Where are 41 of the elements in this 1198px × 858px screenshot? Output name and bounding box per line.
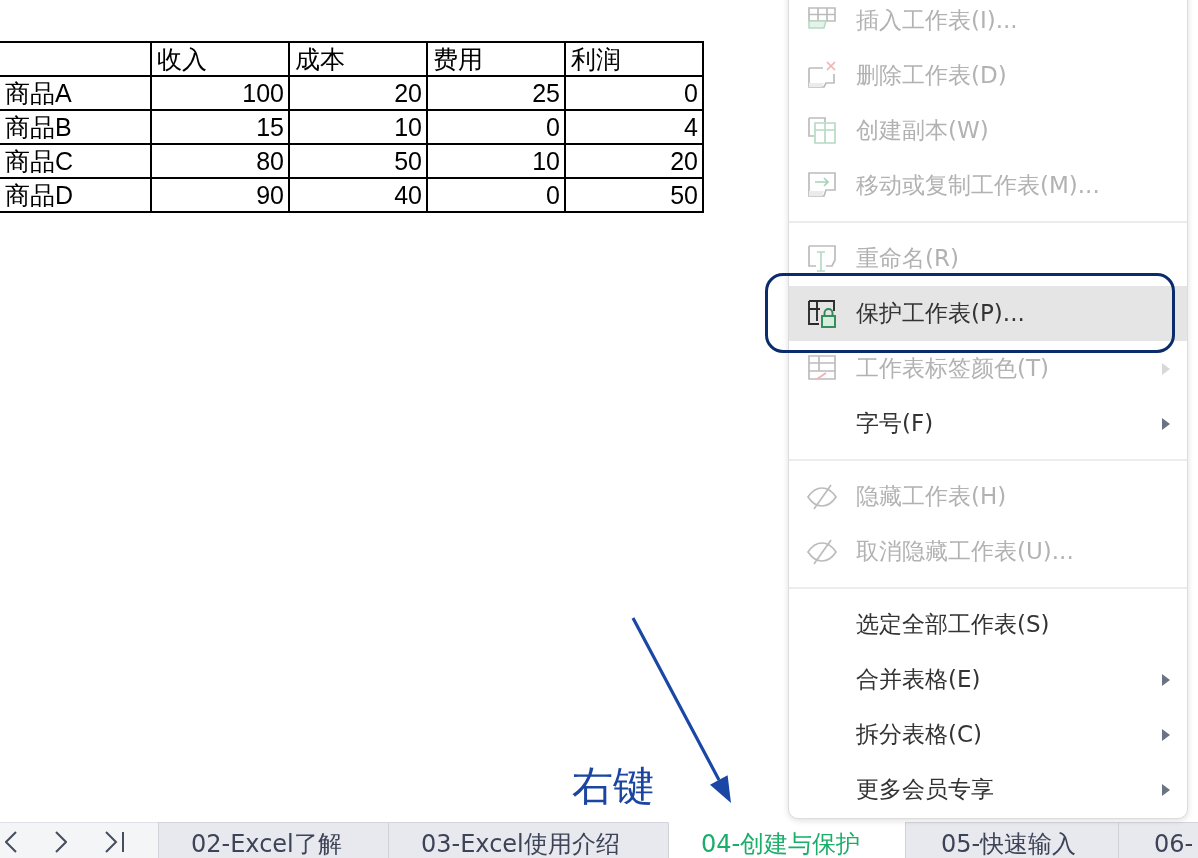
menu-item[interactable]: 保护工作表(P)... [789,286,1187,341]
table-cell: 50 [565,178,703,212]
table-cell: 40 [289,178,427,212]
menu-item[interactable]: 选定全部工作表(S) [789,597,1187,652]
table-cell: 90 [151,178,289,212]
table-cell: 20 [289,76,427,110]
stacked-sheets-icon [806,114,838,147]
table-cell: 0 [427,110,565,144]
chevron-left-icon[interactable] [5,831,17,853]
menu-item[interactable]: 字号(F) [789,396,1187,451]
table-cell: 25 [427,76,565,110]
column-header: 成本 [289,42,427,76]
table-cell: 10 [427,144,565,178]
table-cell: 50 [289,144,427,178]
table-cell: 0 [565,76,703,110]
table-cell: 10 [289,110,427,144]
sheet-tab[interactable]: 03-Excel使用介绍 [388,822,668,858]
table-cell: 80 [151,144,289,178]
chevron-right-icon[interactable] [55,831,67,853]
row-header: 商品B [0,110,151,144]
sheet-tab[interactable]: 06- [1118,822,1198,858]
table-cell: 20 [565,144,703,178]
table-cell: 100 [151,76,289,110]
row-header: 商品A [0,76,151,110]
menu-item[interactable]: 合并表格(E) [789,652,1187,707]
row-header: 商品C [0,144,151,178]
table-cell: 0 [427,178,565,212]
annotation-label: 右键 [572,762,654,810]
sheet-tab[interactable]: 05-快速输入 [905,822,1118,858]
sheet-cursor-icon [806,242,838,275]
column-header: 费用 [427,42,565,76]
chevron-end-icon[interactable] [105,831,125,853]
sheet-tab[interactable]: 02-Excel了解 [158,822,388,858]
menu-item[interactable]: 拆分表格(C) [789,707,1187,762]
table-cell: 15 [151,110,289,144]
sheet-lock-icon [806,297,838,330]
menu-item[interactable]: 更多会员专享 [789,762,1187,817]
column-header: 收入 [151,42,289,76]
table-cell: 4 [565,110,703,144]
row-header: 商品D [0,178,151,212]
column-header: 利润 [565,42,703,76]
